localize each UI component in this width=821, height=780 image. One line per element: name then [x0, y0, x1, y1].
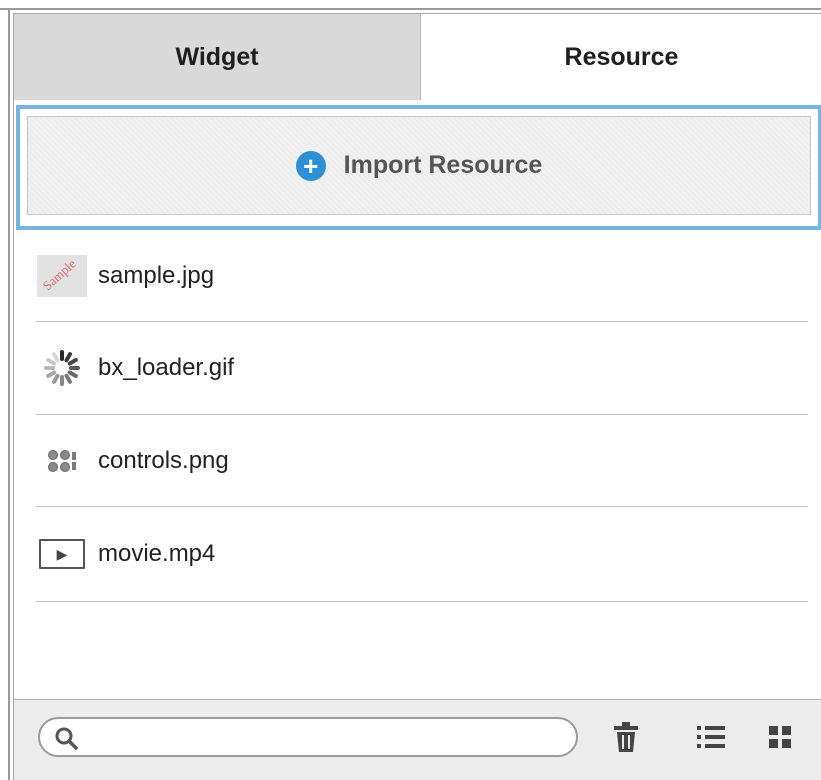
spinner-icon	[36, 348, 88, 388]
controls-thumbnail-icon	[36, 441, 88, 481]
list-item[interactable]: ▶ movie.mp4	[36, 507, 808, 602]
resource-panel: Widget Resource + Import Resource Sample…	[13, 13, 821, 780]
trash-icon[interactable]	[609, 720, 643, 754]
tab-widget-label: Widget	[175, 42, 259, 71]
image-thumbnail-icon: Sample	[36, 254, 88, 297]
search-field[interactable]	[38, 717, 578, 757]
tab-widget[interactable]: Widget	[14, 14, 421, 100]
grid-view-icon[interactable]	[763, 720, 797, 754]
import-resource-label: Import Resource	[343, 151, 543, 179]
file-name: movie.mp4	[98, 540, 216, 567]
search-icon	[55, 727, 78, 750]
file-name: sample.jpg	[98, 261, 215, 289]
tab-resource-label: Resource	[564, 42, 679, 71]
file-name: controls.png	[98, 446, 229, 474]
plus-circle-icon: +	[295, 150, 326, 181]
list-item[interactable]: bx_loader.gif	[36, 322, 808, 415]
list-item[interactable]: Sample sample.jpg	[36, 230, 808, 322]
file-name: bx_loader.gif	[98, 354, 235, 381]
search-input[interactable]	[84, 723, 564, 751]
list-view-icon[interactable]	[694, 720, 728, 754]
sample-watermark: Sample	[39, 255, 79, 293]
list-item[interactable]: controls.png	[36, 415, 808, 507]
bottom-toolbar	[14, 699, 821, 780]
tab-bar: Widget Resource	[14, 14, 821, 100]
import-resource-button[interactable]: + Import Resource	[27, 116, 811, 215]
video-play-icon: ▶	[36, 534, 88, 574]
outer-frame-top	[0, 8, 821, 10]
import-resource-focus-ring: + Import Resource	[16, 105, 821, 230]
outer-frame-left	[8, 8, 10, 780]
tab-resource[interactable]: Resource	[421, 14, 821, 100]
